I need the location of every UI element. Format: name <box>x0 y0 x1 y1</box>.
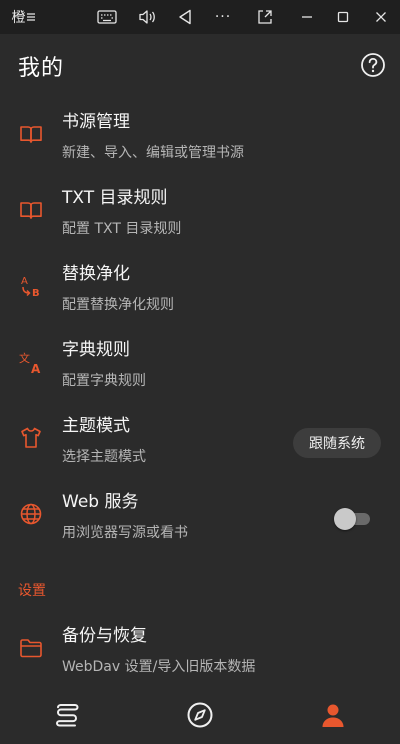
bottom-navigation <box>0 686 400 744</box>
keyboard-icon[interactable] <box>92 4 122 30</box>
compass-icon[interactable] <box>185 700 215 730</box>
theme-mode-value-chip[interactable]: 跟随系统 <box>293 428 381 458</box>
menu-item-title: 备份与恢复 <box>62 626 147 646</box>
menu-item-subtitle: WebDav 设置/导入旧版本数据 <box>62 659 256 675</box>
book-icon <box>18 197 44 223</box>
menu-item-subtitle: 配置 TXT 目录规则 <box>62 221 182 237</box>
person-icon[interactable] <box>318 700 348 730</box>
close-icon[interactable] <box>366 4 396 30</box>
menu-item-replace-rules[interactable]: A B 替换净化 配置替换净化规则 <box>0 250 400 326</box>
bookshelf-icon[interactable] <box>52 700 82 730</box>
menu-item-subtitle: 配置字典规则 <box>62 373 146 389</box>
menu-item-dictionary-rules[interactable]: 文 A 字典规则 配置字典规则 <box>0 326 400 402</box>
menu-item-title: Web 服务 <box>62 492 139 512</box>
pin-icon[interactable] <box>250 4 280 30</box>
volume-icon[interactable] <box>132 4 162 30</box>
replace-icon-letter-a: A <box>21 276 28 287</box>
translate-icon-glyph: 文 <box>19 351 30 365</box>
switch-thumb <box>334 508 356 530</box>
menu-item-subtitle: 用浏览器写源或看书 <box>62 525 188 541</box>
menu-item-web-service[interactable]: Web 服务 用浏览器写源或看书 <box>0 478 400 554</box>
menu-item-title: TXT 目录规则 <box>62 188 168 208</box>
menu-item-subtitle: 新建、导入、编辑或管理书源 <box>62 145 244 161</box>
globe-icon <box>18 501 44 527</box>
menu-item-book-source[interactable]: 书源管理 新建、导入、编辑或管理书源 <box>0 98 400 174</box>
menu-item-theme-mode[interactable]: 主题模式 选择主题模式 跟随系统 <box>0 402 400 478</box>
maximize-icon[interactable] <box>328 4 358 30</box>
shirt-icon <box>18 425 44 451</box>
app-bar: 我的 <box>0 34 400 96</box>
translate-icon: 文 A <box>18 349 44 375</box>
replace-icon: A B <box>18 273 44 299</box>
folder-icon <box>18 635 44 661</box>
more-icon[interactable]: ··· <box>208 4 238 30</box>
web-service-switch[interactable] <box>334 508 372 530</box>
app-glyph: 橙 <box>11 10 26 26</box>
replace-icon-letter-b: B <box>32 288 40 299</box>
menu-item-title: 书源管理 <box>62 112 130 132</box>
help-icon[interactable] <box>360 52 386 78</box>
page-title: 我的 <box>18 56 65 81</box>
menu-item-subtitle: 配置替换净化规则 <box>62 297 174 313</box>
menu-item-title: 主题模式 <box>62 416 130 436</box>
menu-item-title: 替换净化 <box>62 264 130 284</box>
section-header-settings: 设置 <box>18 583 46 599</box>
menu-item-txt-toc-rules[interactable]: TXT 目录规则 配置 TXT 目录规则 <box>0 174 400 250</box>
app-logo: 橙 <box>8 4 38 30</box>
window-titlebar: 橙 ··· <box>0 0 400 34</box>
back-icon[interactable] <box>170 4 200 30</box>
menu-item-title: 字典规则 <box>62 340 130 360</box>
menu-lines-icon <box>26 13 35 21</box>
translate-icon-letter: A <box>31 362 41 375</box>
menu-item-backup-restore[interactable]: 备份与恢复 WebDav 设置/导入旧版本数据 <box>0 612 400 688</box>
minimize-icon[interactable] <box>292 4 322 30</box>
menu-item-subtitle: 选择主题模式 <box>62 449 146 465</box>
book-icon <box>18 121 44 147</box>
